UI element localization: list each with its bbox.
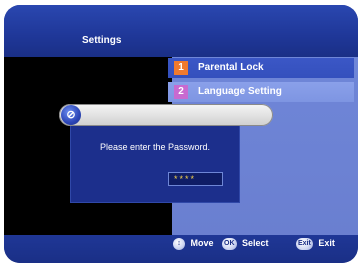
menu-item-language-setting[interactable]: 2 Language Setting [168,82,354,102]
menu-item-parental-lock[interactable]: 1 Parental Lock [168,58,354,78]
menu-item-number: 2 [174,85,188,99]
exit-button-icon: Exit [296,237,313,250]
menu-item-label: Parental Lock [198,62,264,73]
password-dialog [70,120,240,203]
hint-label: Select [242,238,269,248]
hint-exit: Exit Exit [296,236,335,250]
title-bar: Settings [4,5,358,57]
ok-button-icon: OK [222,237,237,250]
page-title: Settings [82,35,122,46]
dialog-message: Please enter the Password. [99,142,211,152]
password-input[interactable]: **** [168,172,223,186]
lock-badge-icon: ⊘ [61,105,81,125]
hint-label: Move [190,238,214,248]
hint-label: Exit [318,238,335,248]
dialog-title-bar [59,104,273,126]
navigation-button-icon: ↕ [173,237,185,250]
hint-move: ↕ Move [173,236,214,250]
menu-item-label: Language Setting [198,86,282,97]
hint-select: OK Select [222,236,269,250]
screen-frame: Settings 1 Parental Lock 2 Language Sett… [0,0,362,267]
menu-item-number: 1 [174,61,188,75]
